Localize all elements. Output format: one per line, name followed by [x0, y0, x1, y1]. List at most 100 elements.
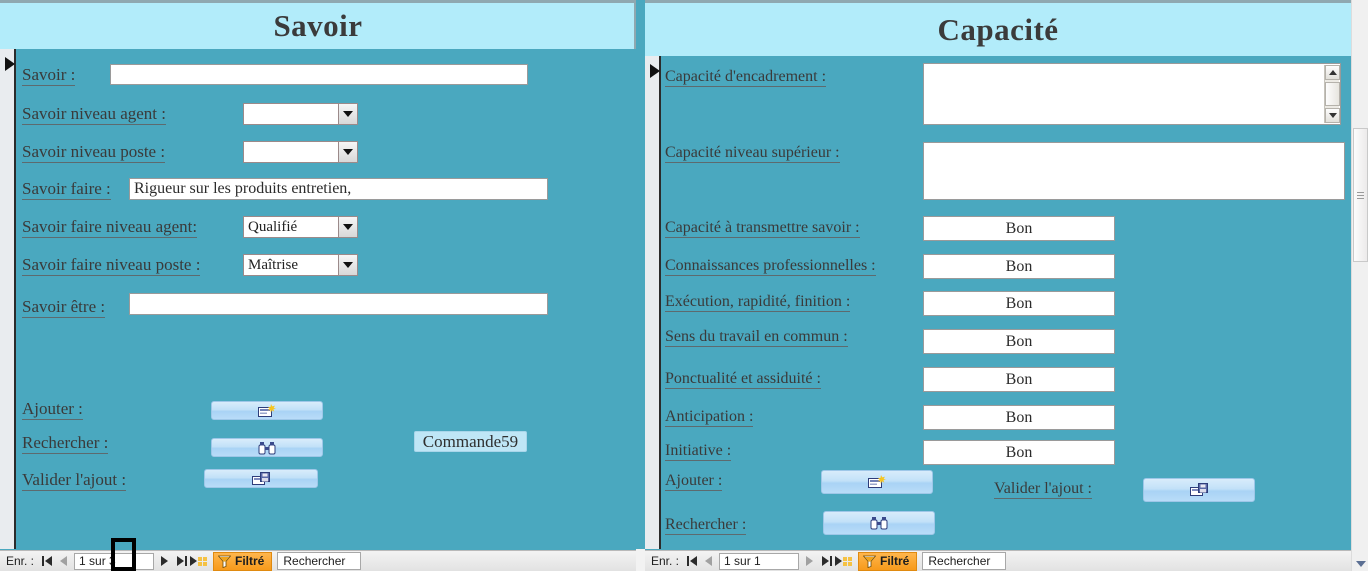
label-savoir: Savoir :	[22, 65, 76, 86]
nav-search-input-left[interactable]: Rechercher	[277, 552, 362, 570]
filter-label-left: Filtré	[235, 554, 265, 568]
previous-record-button-right[interactable]	[700, 552, 717, 571]
last-record-button-right[interactable]	[818, 552, 835, 571]
label-initiative: Initiative :	[665, 442, 732, 461]
last-record-button-left[interactable]	[173, 552, 190, 571]
input-anticipation[interactable]: Bon	[923, 405, 1115, 430]
input-capacite-encadrement[interactable]	[923, 63, 1341, 125]
label-savoir-faire: Savoir faire :	[22, 179, 111, 200]
filter-toggle-right[interactable]: Filtré	[858, 551, 918, 571]
window-scrollbar-thumb[interactable]	[1353, 128, 1368, 262]
input-connaissances-professionnelles[interactable]: Bon	[923, 254, 1115, 279]
filter-toggle-left[interactable]: Filtré	[213, 551, 273, 571]
input-capacite-encadrement-value	[924, 64, 1340, 68]
window-vertical-scrollbar[interactable]	[1351, 0, 1368, 571]
next-record-button-left[interactable]	[156, 552, 173, 571]
highlight-annotation-next-record	[111, 538, 136, 571]
input-capacite-niveau-superieur[interactable]	[923, 142, 1345, 200]
new-record-icon	[868, 475, 886, 488]
first-record-button-right[interactable]	[683, 552, 700, 571]
label-valider-ajout-right: Valider l'ajout :	[994, 480, 1092, 499]
label-sens-travail-commun: Sens du travail en commun :	[665, 328, 848, 347]
ajouter-button-left[interactable]	[211, 401, 323, 420]
input-initiative[interactable]: Bon	[923, 440, 1115, 465]
valider-ajout-button-right[interactable]	[1143, 478, 1255, 502]
record-pointer-icon	[650, 64, 660, 78]
input-ponctualite-assiduite[interactable]: Bon	[923, 367, 1115, 392]
ajouter-button-right[interactable]	[821, 470, 933, 494]
input-capacite-transmettre-savoir[interactable]: Bon	[923, 216, 1115, 241]
nav-search-input-right[interactable]: Rechercher	[922, 552, 1007, 570]
combo-savoir-faire-niveau-poste[interactable]: Maîtrise	[243, 254, 358, 276]
label-rechercher-left: Rechercher :	[22, 433, 109, 454]
combo-savoir-faire-niveau-agent[interactable]: Qualifié	[243, 216, 358, 238]
new-record-button-left[interactable]	[190, 552, 208, 571]
filter-icon	[218, 555, 232, 568]
chevron-down-icon[interactable]	[338, 255, 357, 275]
record-navigator-right: Enr. : 1 sur 1 Filtré Rechercher	[645, 550, 1351, 571]
label-savoir-niveau-poste: Savoir niveau poste :	[22, 142, 166, 163]
combo-savoir-niveau-agent[interactable]	[243, 103, 358, 125]
panel-separator-line-left	[634, 0, 636, 49]
combo-savoir-faire-niveau-agent-value: Qualifié	[248, 218, 298, 235]
next-record-button-right[interactable]	[801, 552, 818, 571]
first-record-button-left[interactable]	[38, 552, 55, 571]
chevron-down-icon[interactable]	[338, 104, 357, 124]
rechercher-button-left[interactable]	[211, 438, 323, 457]
combo-savoir-faire-niveau-poste-value: Maîtrise	[248, 256, 298, 273]
combo-savoir-niveau-poste[interactable]	[243, 141, 358, 163]
label-capacite-niveau-superieur: Capacité niveau supérieur :	[665, 144, 840, 163]
valider-ajout-button-left[interactable]	[204, 469, 318, 488]
label-rechercher-right: Rechercher :	[665, 516, 747, 535]
panel-separator	[636, 0, 645, 549]
label-savoir-faire-niveau-agent: Savoir faire niveau agent:	[22, 217, 198, 238]
rechercher-button-right[interactable]	[823, 511, 935, 535]
capacite-form-header: Capacité	[645, 3, 1351, 56]
previous-record-button-left[interactable]	[55, 552, 72, 571]
label-ajouter-right: Ajouter :	[665, 472, 723, 491]
input-savoir-etre[interactable]	[129, 293, 548, 315]
commande59-button[interactable]: Commande59	[414, 431, 527, 452]
record-selector-left[interactable]	[0, 49, 16, 549]
save-record-icon	[1190, 483, 1208, 496]
label-valider-ajout-left: Valider l'ajout :	[22, 470, 127, 491]
label-execution-rapidite-finition: Exécution, rapidité, finition :	[665, 293, 851, 312]
savoir-form-header: Savoir	[0, 3, 636, 49]
label-connaissances-professionnelles: Connaissances professionnelles :	[665, 257, 876, 276]
scroll-down-arrow-icon[interactable]	[1325, 108, 1340, 123]
label-capacite-encadrement: Capacité d'encadrement :	[665, 68, 827, 87]
input-sens-travail-commun[interactable]: Bon	[923, 329, 1115, 354]
label-anticipation: Anticipation :	[665, 408, 754, 427]
savoir-title: Savoir	[273, 8, 363, 43]
record-nav-label: Enr. :	[6, 554, 35, 568]
chevron-down-icon[interactable]	[338, 142, 357, 162]
record-nav-label: Enr. :	[651, 554, 680, 568]
label-capacite-transmettre-savoir: Capacité à transmettre savoir :	[665, 219, 860, 238]
new-record-button-right[interactable]	[835, 552, 853, 571]
savoir-form-panel: Savoir Savoir : Savoir niveau agent : Sa…	[0, 0, 636, 571]
input-savoir[interactable]	[110, 64, 528, 85]
capacite-form-panel: Capacité Capacité d'encadrement : Capaci…	[645, 0, 1351, 571]
label-ajouter-left: Ajouter :	[22, 399, 83, 420]
scrollbar-thumb[interactable]	[1325, 82, 1340, 106]
record-navigator-left: Enr. : 1 sur 3 Filtré Rechercher	[0, 550, 636, 571]
window-scroll-down-arrow-icon[interactable]	[1353, 556, 1368, 571]
label-ponctualite-assiduite: Ponctualité et assiduité :	[665, 370, 821, 389]
input-execution-rapidite-finition[interactable]: Bon	[923, 291, 1115, 316]
new-record-icon	[258, 403, 276, 417]
filter-icon	[863, 555, 877, 568]
binoculars-icon	[258, 441, 276, 454]
record-position-input-right[interactable]: 1 sur 1	[719, 552, 800, 570]
binoculars-icon	[870, 517, 888, 530]
chevron-down-icon[interactable]	[338, 217, 357, 237]
textarea-scrollbar[interactable]	[1324, 65, 1340, 123]
label-savoir-faire-niveau-poste: Savoir faire niveau poste :	[22, 255, 201, 276]
input-savoir-faire[interactable]: Rigueur sur les produits entretien,	[129, 178, 548, 200]
scroll-up-arrow-icon[interactable]	[1325, 65, 1340, 80]
capacite-title: Capacité	[937, 11, 1059, 47]
access-forms-window: Savoir Savoir : Savoir niveau agent : Sa…	[0, 0, 1368, 571]
filter-label-right: Filtré	[880, 554, 910, 568]
label-savoir-niveau-agent: Savoir niveau agent :	[22, 104, 166, 125]
record-selector-right[interactable]	[645, 56, 661, 549]
save-record-icon	[252, 471, 270, 485]
